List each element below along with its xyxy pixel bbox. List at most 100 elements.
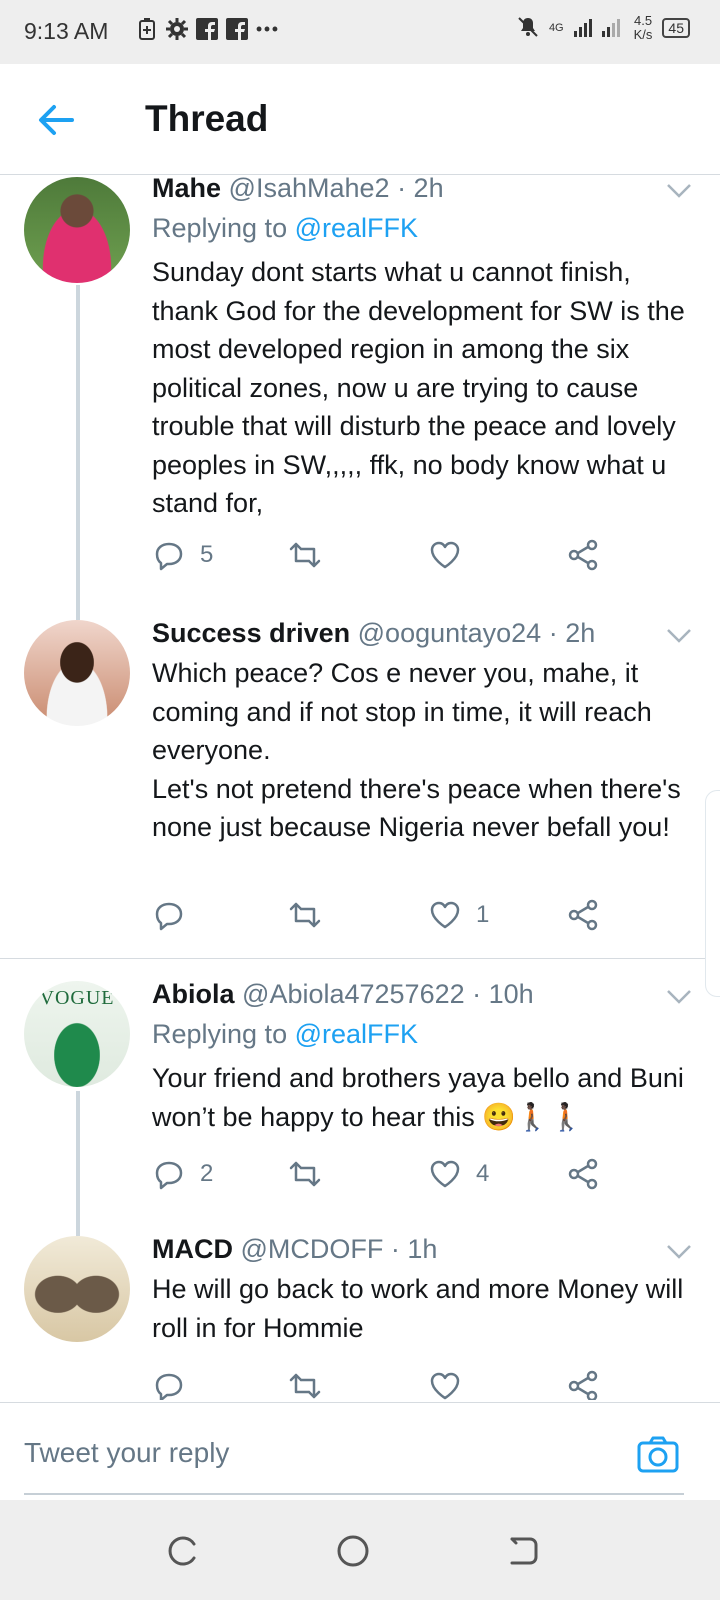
chevron-down-icon[interactable]	[666, 628, 692, 644]
reply-icon	[155, 1161, 183, 1190]
tweet[interactable]: Mahe @IsahMahe2 · 2h Replying to @realFF…	[0, 175, 720, 620]
chevron-down-icon[interactable]	[666, 1244, 692, 1260]
thread-connector	[76, 1091, 80, 1236]
reply-button[interactable]: 5	[152, 538, 213, 572]
settings-icon	[166, 18, 188, 40]
author-name[interactable]: Mahe	[152, 175, 221, 203]
tweet-actions: 5	[152, 538, 612, 578]
status-left-icons	[136, 18, 278, 40]
like-count: 1	[476, 901, 490, 928]
reply-count: 2	[200, 1160, 214, 1187]
like-icon	[430, 1372, 460, 1400]
author-handle[interactable]: @IsahMahe2	[229, 175, 390, 203]
tweet-time: · 10h	[472, 979, 534, 1009]
tweet-header: Success driven @ooguntayo24 · 2h	[152, 618, 595, 649]
status-bar: 9:13 AM 4G 4.5 K/s 45	[0, 0, 720, 64]
reply-button[interactable]	[152, 1369, 186, 1400]
like-icon	[430, 541, 460, 569]
avatar[interactable]	[24, 1236, 130, 1342]
share-icon	[568, 1370, 598, 1400]
tweet-text: He will go back to work and more Money w…	[152, 1274, 684, 1343]
recent-apps-icon[interactable]	[166, 1534, 200, 1568]
edge-panel-handle[interactable]	[705, 790, 720, 997]
tweet-actions: 2 4	[152, 1157, 612, 1197]
mention-link[interactable]: @realFFK	[295, 1019, 418, 1049]
tweet-text: Which peace? Cos e never you, mahe, it c…	[152, 658, 681, 842]
battery-saver-icon	[136, 18, 158, 40]
camera-icon[interactable]	[636, 1433, 680, 1477]
retweet-icon	[289, 542, 321, 568]
author-handle[interactable]: @MCDOFF	[241, 1234, 384, 1264]
like-button[interactable]	[428, 1369, 462, 1400]
author-handle[interactable]: @ooguntayo24	[358, 618, 542, 648]
like-icon	[430, 901, 460, 929]
tweet-time: · 1h	[390, 1234, 438, 1264]
chevron-down-icon[interactable]	[666, 183, 692, 199]
home-icon[interactable]	[336, 1534, 370, 1568]
system-nav-bar	[0, 1500, 720, 1600]
share-button[interactable]	[566, 538, 600, 572]
retweet-button[interactable]	[288, 538, 336, 572]
author-name[interactable]: MACD	[152, 1234, 233, 1264]
network-type: 4G	[548, 22, 564, 34]
tweet-actions	[152, 1369, 612, 1400]
tweet[interactable]: VOGUE Abiola @Abiola47257622 · 10h Reply…	[0, 979, 720, 1236]
like-button[interactable]: 1	[428, 898, 489, 932]
page-title: Thread	[145, 98, 269, 139]
more-notifications-icon	[256, 18, 278, 40]
reply-count: 5	[200, 541, 214, 568]
share-button[interactable]	[566, 1369, 600, 1400]
author-name[interactable]: Success driven	[152, 618, 350, 648]
author-handle[interactable]: @Abiola47257622	[242, 979, 465, 1009]
tweet-text: Your friend and brothers yaya bello and …	[152, 1063, 684, 1132]
facebook-icon	[226, 18, 248, 40]
divider	[0, 958, 720, 959]
signal-icon	[573, 16, 624, 41]
network-speed: 4.5 K/s	[633, 13, 653, 42]
thread-connector	[76, 285, 80, 620]
avatar[interactable]	[24, 177, 130, 283]
retweet-button[interactable]	[288, 1369, 322, 1400]
tweet-text: Sunday dont starts what u cannot finish,…	[152, 257, 685, 518]
avatar[interactable]: VOGUE	[24, 981, 130, 1087]
share-icon	[568, 1158, 598, 1190]
tweet-actions: 1	[152, 898, 612, 938]
tweet-header: Abiola @Abiola47257622 · 10h	[152, 979, 534, 1010]
retweet-button[interactable]	[288, 898, 336, 932]
replying-to: Replying to @realFFK	[152, 1019, 418, 1050]
facebook-icon	[196, 18, 218, 40]
back-nav-icon[interactable]	[506, 1534, 540, 1568]
tweet[interactable]: Success driven @ooguntayo24 · 2h Which p…	[0, 618, 720, 958]
share-icon	[568, 539, 598, 571]
mention-link[interactable]: @realFFK	[295, 213, 418, 243]
mute-icon	[517, 16, 539, 41]
share-button[interactable]	[566, 898, 600, 932]
replying-prefix: Replying to	[152, 213, 295, 243]
retweet-button[interactable]	[288, 1157, 336, 1191]
tweet[interactable]: MACD @MCDOFF · 1h He will go back to wor…	[0, 1234, 720, 1400]
like-count: 4	[476, 1160, 490, 1187]
avatar[interactable]	[24, 620, 130, 726]
reply-composer[interactable]: Tweet your reply	[0, 1402, 720, 1501]
back-arrow-icon[interactable]	[36, 100, 76, 140]
like-button[interactable]: 4	[428, 1157, 489, 1191]
reply-button[interactable]	[152, 898, 200, 932]
reply-input[interactable]: Tweet your reply	[24, 1437, 229, 1469]
reply-icon	[155, 902, 183, 931]
app-bar: Thread	[0, 64, 720, 175]
replying-prefix: Replying to	[152, 1019, 295, 1049]
battery-level: 45	[662, 18, 690, 38]
chevron-down-icon[interactable]	[666, 989, 692, 1005]
status-time: 9:13 AM	[24, 18, 109, 44]
retweet-icon	[289, 1161, 321, 1187]
reply-button[interactable]: 2	[152, 1157, 213, 1191]
replying-to: Replying to @realFFK	[152, 213, 418, 244]
author-name[interactable]: Abiola	[152, 979, 235, 1009]
share-icon	[568, 899, 598, 931]
avatar-logo-text: VOGUE	[39, 987, 115, 1009]
reply-icon	[155, 542, 183, 571]
like-button[interactable]	[428, 538, 476, 572]
thread-feed[interactable]: Mahe @IsahMahe2 · 2h Replying to @realFF…	[0, 175, 720, 1400]
reply-icon	[155, 1373, 183, 1400]
share-button[interactable]	[566, 1157, 600, 1191]
